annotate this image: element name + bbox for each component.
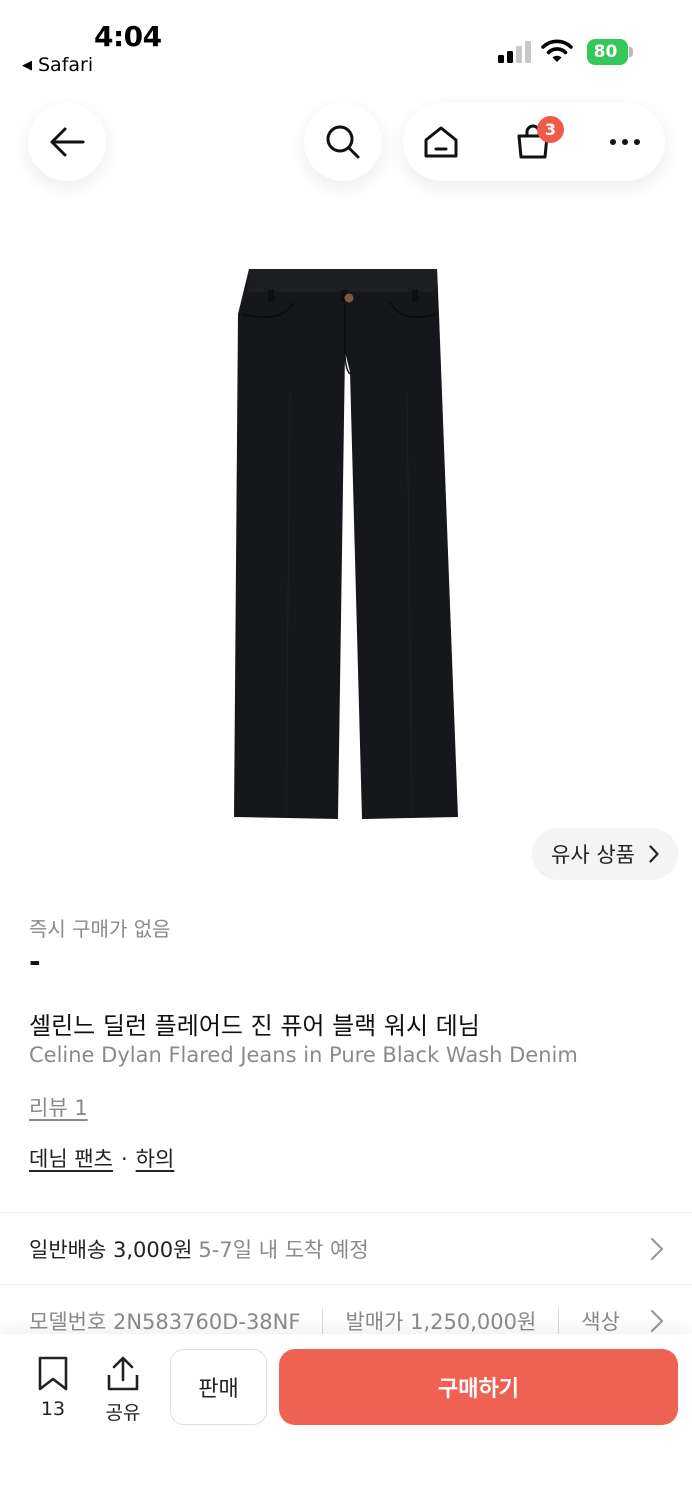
price-value: -: [29, 945, 41, 978]
similar-products-button[interactable]: 유사 상품: [532, 828, 678, 880]
category-breadcrumb: 데님 팬츠 · 하의: [29, 1143, 174, 1173]
battery-level: 80: [587, 39, 628, 65]
release-price: 발매가 1,250,000원: [345, 1310, 537, 1334]
product-image[interactable]: [222, 262, 472, 824]
cellular-signal-icon: [498, 41, 531, 63]
color-label: 색상: [581, 1310, 620, 1334]
bookmark-icon: [38, 1356, 68, 1391]
model-number: 모델번호 2N583760D-38NF: [29, 1310, 301, 1334]
review-link[interactable]: 리뷰 1: [29, 1092, 88, 1122]
buy-button[interactable]: 구매하기: [279, 1349, 678, 1425]
wifi-icon: [541, 39, 573, 62]
share-label: 공유: [105, 1402, 141, 1424]
similar-products-label: 유사 상품: [551, 843, 635, 867]
product-title-ko: 셀린느 딜런 플레어드 진 퓨어 블랙 워시 데님: [29, 1012, 480, 1040]
shipping-eta: 5-7일 내 도착 예정: [198, 1238, 369, 1262]
home-button[interactable]: [411, 103, 471, 181]
back-triangle-icon: ◀: [22, 57, 32, 73]
back-button[interactable]: [28, 103, 106, 181]
back-app-label: Safari: [38, 54, 94, 76]
sell-button[interactable]: 판매: [170, 1349, 267, 1425]
search-icon: [326, 125, 360, 159]
save-count: 13: [40, 1398, 66, 1420]
more-button[interactable]: [595, 103, 655, 181]
search-button[interactable]: [304, 103, 382, 181]
back-to-app-link[interactable]: ◀ Safari: [22, 54, 93, 76]
detail-separator: [322, 1308, 324, 1334]
instant-purchase-label: 즉시 구매가 없음: [29, 917, 171, 941]
chevron-right-icon: [650, 1309, 664, 1333]
status-time: 4:04: [94, 20, 162, 53]
divider: [0, 1212, 692, 1213]
share-icon: [107, 1356, 139, 1391]
shipping-main: 일반배송 3,000원: [29, 1238, 193, 1262]
product-title-en: Celine Dylan Flared Jeans in Pure Black …: [29, 1043, 578, 1067]
battery-nub: [629, 47, 633, 57]
chevron-right-icon: [650, 1237, 664, 1261]
save-button[interactable]: 13: [30, 1356, 76, 1420]
battery-indicator: 80: [587, 39, 633, 65]
home-icon: [424, 126, 458, 158]
share-button[interactable]: 공유: [100, 1356, 146, 1425]
product-details-row[interactable]: 모델번호 2N583760D-38NF 발매가 1,250,000원 색상: [29, 1306, 639, 1336]
chevron-right-icon: [649, 845, 659, 863]
more-icon: [610, 139, 640, 145]
back-arrow-icon: [50, 127, 85, 157]
category-link-bottoms[interactable]: 하의: [136, 1147, 175, 1171]
category-link-denim-pants[interactable]: 데님 팬츠: [29, 1147, 113, 1171]
shipping-row[interactable]: 일반배송 3,000원 5-7일 내 도착 예정: [29, 1234, 369, 1264]
divider: [0, 1284, 692, 1285]
nav-pill: [403, 103, 665, 181]
cart-count-badge: 3: [537, 116, 564, 143]
category-separator: ·: [120, 1147, 128, 1171]
detail-separator: [558, 1308, 560, 1334]
